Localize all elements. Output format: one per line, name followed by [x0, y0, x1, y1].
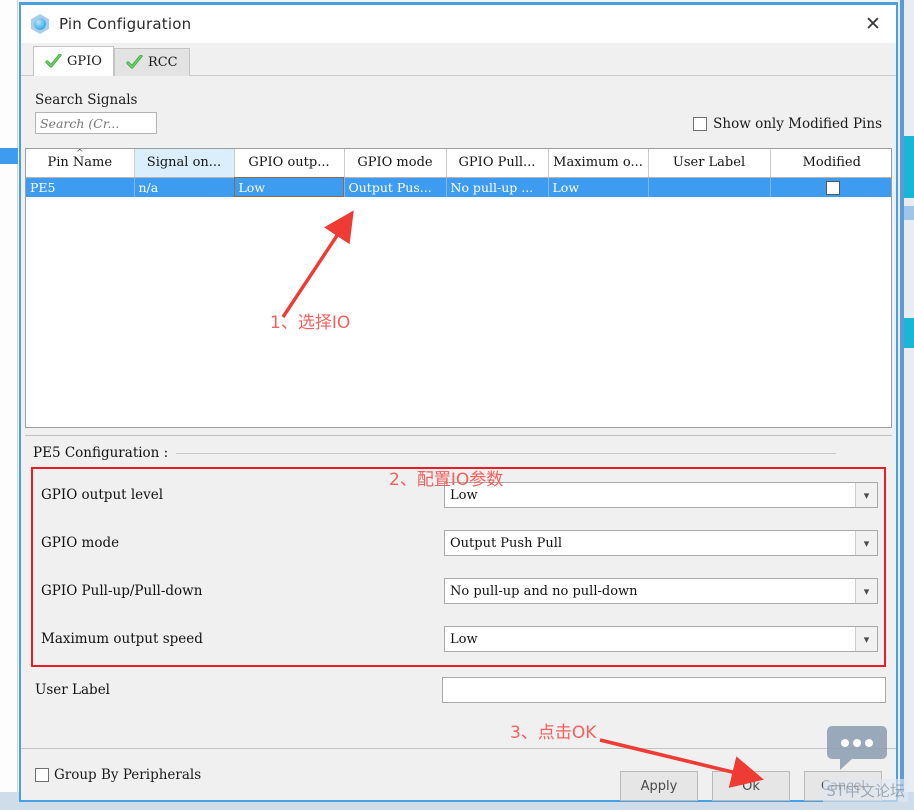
gpio-mode-select[interactable]: Output Push Pull ▾	[444, 530, 878, 556]
background-chip-left	[0, 148, 18, 164]
show-only-modified-pins-label: Show only Modified Pins	[713, 116, 882, 132]
check-icon	[45, 54, 62, 69]
field-gpio-mode: GPIO mode Output Push Pull ▾	[39, 528, 878, 558]
field-gpio-mode-label: GPIO mode	[41, 535, 120, 551]
column-header-gpio-pull[interactable]: GPIO Pull...	[446, 149, 549, 178]
tab-rcc[interactable]: RCC	[113, 48, 190, 76]
search-label: Search Signals	[35, 92, 138, 108]
cell-signal-on: n/a	[134, 177, 235, 197]
cube-icon	[29, 13, 51, 35]
screen-root: Pin Configuration ✕ GPIO RCC Search Sign…	[0, 0, 914, 810]
chevron-down-icon: ▾	[855, 531, 877, 555]
field-gpio-pull-label: GPIO Pull-up/Pull-down	[41, 583, 203, 599]
column-header-pin-name[interactable]: ^ Pin Name	[26, 149, 135, 178]
ok-button[interactable]: Ok	[712, 771, 790, 801]
checkbox-icon	[35, 767, 49, 782]
maximum-output-speed-value: Low	[450, 631, 478, 647]
close-icon[interactable]: ✕	[850, 5, 896, 43]
group-by-peripherals-label: Group By Peripherals	[54, 766, 202, 783]
tab-gpio[interactable]: GPIO	[33, 46, 114, 76]
gpio-output-level-select[interactable]: Low ▾	[444, 482, 878, 508]
maximum-output-speed-select[interactable]: Low ▾	[444, 626, 878, 652]
table-row[interactable]: PE5 n/a Low Output Pus... No pull-up ...…	[26, 177, 891, 197]
cell-gpio-output[interactable]: Low	[234, 177, 345, 197]
background-left-panel	[0, 0, 18, 810]
background-right-rule	[900, 0, 904, 810]
field-user-label: User Label	[31, 667, 886, 713]
cell-pin-name: PE5	[26, 177, 135, 197]
configuration-fields: GPIO output level Low ▾ GPIO mode Output…	[31, 467, 886, 667]
dialog-title: Pin Configuration	[59, 15, 192, 33]
cell-gpio-mode[interactable]: Output Pus...	[344, 177, 447, 197]
checkbox-icon[interactable]	[826, 181, 840, 195]
search-section: Search Signals Show only Modified Pins	[21, 76, 896, 148]
chat-bubble-icon	[826, 724, 888, 778]
search-input[interactable]	[35, 112, 157, 134]
watermark-text: ST中文论坛	[823, 779, 908, 802]
show-only-modified-pins-checkbox[interactable]: Show only Modified Pins	[693, 116, 882, 132]
cell-gpio-pull[interactable]: No pull-up ...	[446, 177, 549, 197]
column-header-signal-on[interactable]: Signal on...	[134, 149, 235, 178]
user-label-label: User Label	[35, 682, 111, 698]
chevron-down-icon: ▾	[855, 579, 877, 603]
background-right-chip	[904, 206, 914, 220]
gpio-pull-value: No pull-up and no pull-down	[450, 583, 638, 599]
pins-table[interactable]: ^ Pin Name Signal on... GPIO outp... GPI…	[25, 148, 892, 428]
table-header-row: ^ Pin Name Signal on... GPIO outp... GPI…	[26, 149, 891, 178]
chevron-down-icon: ▾	[855, 483, 877, 507]
tab-rcc-label: RCC	[147, 55, 178, 70]
pin-configuration-dialog: Pin Configuration ✕ GPIO RCC Search Sign…	[19, 2, 898, 802]
check-icon	[126, 55, 143, 70]
checkbox-icon	[693, 117, 708, 131]
configuration-panel: PE5 Configuration : GPIO output level Lo…	[25, 435, 892, 748]
chevron-down-icon: ▾	[855, 627, 877, 651]
cell-user-label[interactable]	[648, 177, 771, 197]
apply-button[interactable]: Apply	[620, 771, 698, 801]
field-gpio-output-level-label: GPIO output level	[41, 487, 164, 503]
dialog-titlebar: Pin Configuration ✕	[21, 5, 896, 43]
field-maximum-output-speed: Maximum output speed Low ▾	[39, 624, 878, 654]
gpio-output-level-value: Low	[450, 487, 478, 503]
configuration-title: PE5 Configuration :	[33, 445, 838, 461]
user-label-input[interactable]	[442, 677, 886, 703]
background-right-teal-2	[904, 318, 914, 348]
cell-maximum-output[interactable]: Low	[548, 177, 649, 197]
background-right-teal-1	[904, 136, 914, 198]
field-gpio-output-level: GPIO output level Low ▾	[39, 480, 878, 510]
column-header-maximum-output[interactable]: Maximum o...	[548, 149, 649, 178]
gpio-mode-value: Output Push Pull	[450, 535, 563, 551]
column-header-gpio-output[interactable]: GPIO outp...	[234, 149, 345, 178]
group-by-peripherals-checkbox[interactable]: Group By Peripherals	[35, 767, 201, 783]
column-header-gpio-mode[interactable]: GPIO mode	[344, 149, 447, 178]
dialog-footer: Group By Peripherals Apply Ok Cancel	[21, 748, 896, 801]
field-gpio-pull-up-pull-down: GPIO Pull-up/Pull-down No pull-up and no…	[39, 576, 878, 606]
column-header-modified[interactable]: Modified	[770, 149, 891, 178]
cell-modified[interactable]	[770, 177, 891, 197]
tab-gpio-label: GPIO	[67, 54, 102, 69]
field-maximum-output-speed-label: Maximum output speed	[41, 631, 203, 647]
gpio-pull-select[interactable]: No pull-up and no pull-down ▾	[444, 578, 878, 604]
column-header-user-label[interactable]: User Label	[648, 149, 771, 178]
tab-bar: GPIO RCC	[21, 43, 896, 76]
sort-ascending-icon: ^	[75, 149, 84, 159]
